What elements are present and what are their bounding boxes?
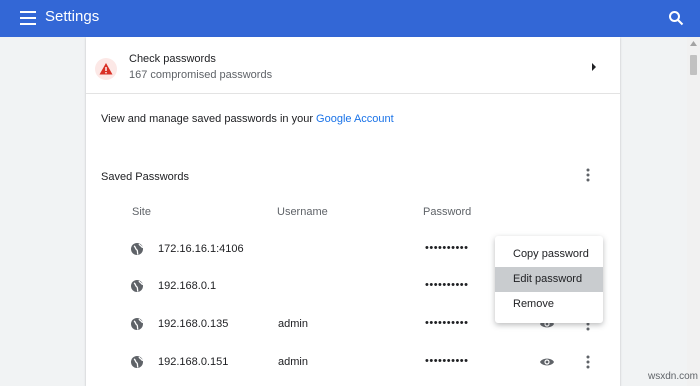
scroll-up-arrow-icon[interactable] <box>690 41 697 46</box>
password-cell: •••••••••• <box>425 279 469 291</box>
more-vert-icon[interactable] <box>583 354 593 370</box>
copy-password-menu-item[interactable]: Copy password <box>495 242 603 267</box>
username-column-header: Username <box>277 206 328 218</box>
warning-badge <box>95 58 117 80</box>
chevron-right-icon <box>592 63 596 71</box>
password-cell: •••••••••• <box>425 355 469 367</box>
globe-icon <box>131 243 144 255</box>
more-vert-icon[interactable] <box>583 167 593 183</box>
google-account-link[interactable]: Google Account <box>316 113 394 125</box>
username-cell: admin <box>278 356 308 368</box>
passwords-card: Check passwords 167 compromised password… <box>86 37 620 386</box>
password-cell: •••••••••• <box>425 242 469 254</box>
watermark: wsxdn.com <box>648 371 699 382</box>
site-cell: 192.168.0.1 <box>158 280 217 292</box>
scrollbar[interactable] <box>687 37 700 386</box>
page-title: Settings <box>45 8 100 25</box>
check-passwords-row[interactable]: Check passwords 167 compromised password… <box>86 37 620 93</box>
warning-icon <box>99 63 113 75</box>
password-context-menu: Copy password Edit password Remove <box>495 236 603 323</box>
eye-icon[interactable] <box>539 356 555 368</box>
password-row: 192.168.0.151 admin •••••••••• <box>86 344 620 381</box>
edit-password-menu-item[interactable]: Edit password <box>495 267 603 292</box>
site-cell: 192.168.0.135 <box>158 318 229 330</box>
scrollbar-thumb[interactable] <box>690 55 697 75</box>
saved-passwords-heading: Saved Passwords <box>101 171 190 183</box>
password-column-header: Password <box>423 206 472 218</box>
globe-icon <box>131 356 144 368</box>
site-column-header: Site <box>132 206 151 218</box>
app-header: Settings <box>0 0 700 37</box>
search-icon[interactable] <box>668 10 684 26</box>
password-cell: •••••••••• <box>425 317 469 329</box>
menu-icon[interactable] <box>20 11 36 25</box>
site-cell: 192.168.0.151 <box>158 356 229 368</box>
username-cell: admin <box>278 318 308 330</box>
manage-passwords-text: View and manage saved passwords in your … <box>101 113 394 125</box>
compromised-count: 167 compromised passwords <box>129 69 273 81</box>
check-passwords-title: Check passwords <box>129 53 216 65</box>
site-cell: 172.16.16.1:4106 <box>158 243 244 255</box>
globe-icon <box>131 318 144 330</box>
remove-menu-item[interactable]: Remove <box>495 292 603 317</box>
divider <box>86 93 620 94</box>
globe-icon <box>131 280 144 292</box>
